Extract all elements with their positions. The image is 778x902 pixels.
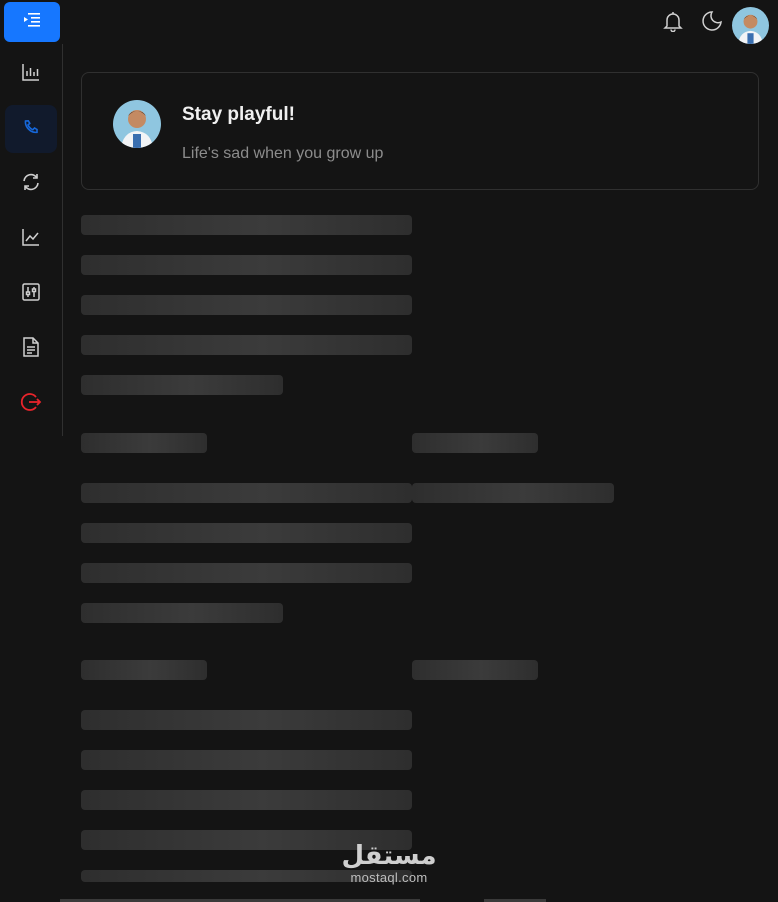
sidebar-item-logout[interactable] [5, 380, 57, 428]
skeleton-line [81, 375, 283, 395]
sliders-icon [21, 282, 41, 306]
skeleton-line [81, 790, 412, 810]
sidebar-item-sync[interactable] [5, 160, 57, 208]
skeleton-line [81, 215, 412, 235]
sidebar-item-calls[interactable] [5, 105, 57, 153]
skeleton-line [81, 295, 412, 315]
menu-toggle-button[interactable] [4, 2, 60, 42]
line-chart-icon [21, 227, 41, 251]
watermark: مستقل mostaql.com [340, 842, 438, 885]
skeleton-heading [81, 433, 207, 453]
menu-indent-icon [23, 12, 41, 32]
watermark-arabic: مستقل [341, 841, 437, 871]
skeleton-line [81, 710, 412, 730]
phone-icon [21, 117, 41, 141]
sidebar-item-analytics[interactable] [5, 215, 57, 263]
skeleton-line [412, 483, 614, 503]
skeleton-line [81, 563, 412, 583]
skeleton-line [81, 523, 412, 543]
notifications-button[interactable] [661, 11, 685, 35]
avatar-image [732, 7, 769, 44]
bell-icon [662, 10, 684, 36]
sidebar-item-documents[interactable] [5, 325, 57, 373]
skeleton-heading [412, 433, 538, 453]
skeleton-line [81, 255, 412, 275]
document-icon [22, 336, 40, 362]
user-avatar[interactable] [732, 7, 769, 44]
bar-chart-icon [21, 62, 41, 86]
skeleton-heading [81, 660, 207, 680]
skeleton-line [81, 750, 412, 770]
sidebar-item-statistics[interactable] [5, 50, 57, 98]
moon-icon [701, 10, 723, 36]
profile-card: Stay playful! Life's sad when you grow u… [81, 72, 759, 190]
card-avatar [113, 100, 161, 148]
card-description: Life's sad when you grow up [182, 145, 384, 162]
skeleton-heading [412, 660, 538, 680]
logout-icon [20, 391, 42, 417]
sync-icon [20, 171, 42, 197]
sidebar [0, 44, 63, 436]
sidebar-item-controls[interactable] [5, 270, 57, 318]
skeleton-line [81, 483, 412, 503]
theme-toggle-button[interactable] [700, 11, 724, 35]
watermark-domain: mostaql.com [350, 870, 428, 885]
skeleton-line [81, 335, 412, 355]
skeleton-line [81, 603, 283, 623]
card-title: Stay playful! [182, 104, 295, 125]
